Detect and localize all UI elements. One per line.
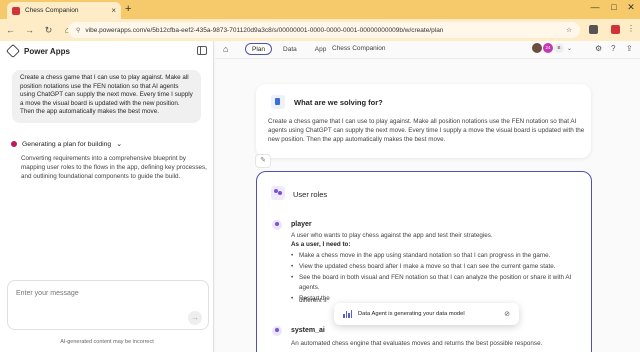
problem-text: Create a chess game that I can use to pl…	[268, 118, 585, 144]
close-window-icon[interactable]: ✕	[624, 2, 638, 13]
tab-plan[interactable]: Plan	[245, 43, 273, 55]
list-item: See the board in both visual and FEN not…	[291, 273, 581, 292]
share-icon[interactable]: ⇪	[626, 44, 633, 53]
url-text: vibe.powerapps.com/e/5b12cfba-eef2-435a-…	[85, 26, 444, 34]
extension-puzzle-icon[interactable]	[589, 25, 598, 34]
status-title: Generating a plan for building	[22, 140, 112, 148]
maximize-icon[interactable]: □	[607, 2, 621, 12]
forward-icon[interactable]: →	[25, 25, 34, 35]
tab-app[interactable]: App	[308, 43, 334, 55]
hide-eye-icon[interactable]: ⊘	[504, 310, 510, 318]
panel-header: Power Apps	[5, 43, 70, 59]
list-item: Make a chess move in the app using stand…	[291, 251, 581, 261]
avatar: B	[554, 43, 564, 53]
minimize-icon[interactable]: —	[588, 2, 602, 12]
avatar: 24	[543, 43, 553, 53]
tab-title: Chess Companion	[25, 7, 79, 14]
tab-data[interactable]: Data	[276, 43, 304, 55]
role-person-icon	[272, 326, 282, 336]
chevron-down-icon[interactable]: ⌄	[567, 45, 572, 52]
generating-status[interactable]: Generating a plan for building ⌄	[11, 140, 122, 148]
list-item: View the updated chess board after I mak…	[291, 262, 581, 272]
browser-menu-icon[interactable]: ⋮	[627, 24, 635, 33]
role-person-icon	[272, 220, 282, 230]
role-desc-player: A user who wants to play chess against t…	[291, 232, 493, 239]
site-info-icon[interactable]: ⚲	[76, 27, 80, 34]
collaborator-avatars[interactable]: 24 B	[532, 43, 564, 53]
document-icon	[271, 95, 285, 109]
avatar	[532, 43, 542, 53]
role-name-player: player	[291, 221, 312, 228]
chevron-down-icon[interactable]: ⌄	[116, 140, 122, 148]
ai-disclaimer: AI-generated content may be incorrect	[60, 339, 154, 345]
status-dot-icon	[11, 141, 17, 147]
app-title: Power Apps	[24, 46, 70, 56]
data-agent-toast: Data Agent is generating your data model…	[334, 303, 519, 325]
power-apps-logo-icon	[5, 43, 21, 59]
address-bar[interactable]: ⚲ vibe.powerapps.com/e/5b12cfba-eef2-435…	[68, 22, 580, 38]
back-icon[interactable]: ←	[6, 25, 15, 35]
role-desc-system: An automated chess engine that evaluates…	[291, 340, 543, 347]
send-button[interactable]: →	[188, 311, 202, 325]
help-icon[interactable]: ?	[611, 44, 615, 53]
message-input[interactable]	[16, 290, 166, 297]
settings-icon[interactable]: ⚙	[595, 44, 602, 53]
status-description: Converting requirements into a comprehen…	[21, 155, 207, 181]
user-prompt-bubble: Create a chess game that I can use to pl…	[12, 70, 201, 123]
problem-title: What are we solving for?	[294, 98, 383, 107]
loading-bars-icon	[343, 310, 352, 318]
users-icon	[271, 186, 285, 200]
toast-text: Data Agent is generating your data model	[358, 311, 465, 317]
view-tabs: Plan Data App	[245, 43, 333, 55]
reload-icon[interactable]: ↻	[44, 25, 53, 36]
browser-tab[interactable]: Chess Companion ×	[7, 2, 121, 19]
new-tab-button[interactable]: +	[125, 3, 131, 15]
role-name-system: system_ai	[291, 327, 325, 334]
tab-favicon-icon	[12, 6, 20, 15]
need-label: As a user, I need to:	[291, 241, 351, 248]
message-box	[7, 280, 209, 330]
edit-pencil-icon[interactable]: ✎	[255, 154, 271, 168]
bookmark-star-icon[interactable]: ☆	[566, 26, 572, 34]
extension-icon[interactable]	[611, 25, 620, 34]
app-name: Chess Companion	[332, 45, 386, 52]
need-text-continued: different s	[299, 297, 327, 304]
collapse-panel-icon[interactable]	[197, 46, 207, 55]
tab-close-icon[interactable]: ×	[111, 6, 116, 15]
home-icon[interactable]: ⌂	[223, 44, 228, 54]
roles-title: User roles	[293, 190, 328, 199]
